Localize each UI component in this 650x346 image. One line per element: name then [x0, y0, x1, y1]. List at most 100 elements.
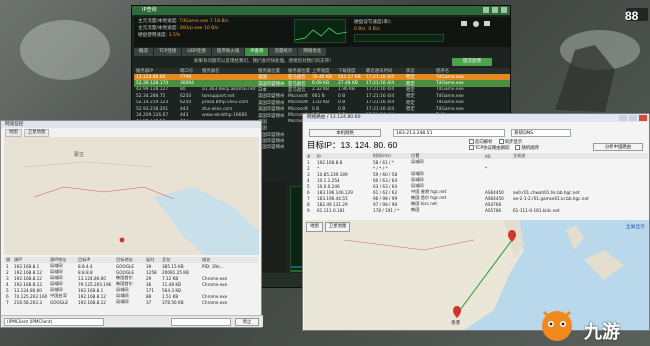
notice-text: 如果有问题可以反馈给我们，我们会尽快处理。感谢您对我们的支持！: [194, 59, 334, 64]
stats-line: 主元流量/本地速度: 360rp.exe 10 B/s: [138, 26, 219, 31]
window-title: IP查询: [142, 7, 157, 13]
traffic-graph: [294, 19, 348, 43]
table-row[interactable]: 7 216.58.203.3 GOOGLE 192.168.8.12 局域网 37 378.…: [4, 299, 258, 305]
jiuyou-mascot-icon: [542, 310, 572, 341]
right-map-tabs: 地图 卫星地图: [306, 222, 351, 232]
table-cell: 61-111-0-181.kidc.net: [513, 207, 560, 213]
tab-overview[interactable]: 概况: [134, 48, 153, 56]
traceroute-window: 网络路由 / 13.124.80.60 本机网络 183.213.248.51 …: [302, 113, 650, 331]
minimize-button[interactable]: [483, 7, 489, 13]
left-map-tabs: 地图 卫星地图: [5, 129, 50, 137]
table-cell: AS5786: [485, 207, 502, 213]
target-ip-line: 目标IP：13. 124. 80. 60: [307, 139, 397, 151]
wrench-icon: [461, 21, 467, 26]
feedback-button[interactable]: 提交反馈: [452, 58, 492, 66]
table-cell: 79.125.203.196: [78, 281, 112, 287]
table-cell: Chrome.exe: [202, 299, 228, 305]
table-row[interactable]: 13.124.80.60 7769 美国 亚马逊云 76.46 KB 541.27 KB 1…: [134, 74, 510, 81]
table-cell: 美国华盛顿州: [258, 113, 285, 119]
disk-panel: 硬盘读写速度(率)： 0 B/s 0 B/s: [354, 19, 454, 42]
table-cell: 9: [307, 207, 310, 213]
background-figure: [555, 45, 615, 112]
table-cell: 178 / 191 / *: [373, 207, 400, 213]
target-ip-value: 13. 124. 80. 60: [340, 140, 398, 150]
stop-button[interactable]: 停止: [235, 318, 259, 326]
left-connection-table: 跳源IP 源IP地址 目标IP 目标地址 延时 丢包 域名 1 192.168.8.1 局域网 8…: [4, 257, 258, 305]
tab-tcp[interactable]: TCP连接: [154, 48, 182, 56]
maximize-button[interactable]: [629, 115, 637, 121]
china-route-button[interactable]: 分析中国路由: [593, 143, 643, 151]
minimize-button[interactable]: [619, 115, 627, 121]
route-map[interactable]: 地图 卫星地图 全屏显示 香港: [304, 220, 649, 330]
disk-read-value: 0 B/s: [354, 27, 366, 32]
table-cell: 216.58.203.3: [14, 299, 42, 305]
traffic-map-window: 网速监控 地图 卫星地图 蒙古 跳源IP 源IP地址 目标IP 目标地址 延时 丢包 域名 …: [0, 120, 263, 328]
site-badge-text: 88: [625, 9, 639, 23]
tab-optimize[interactable]: 网络优化: [298, 48, 327, 56]
right-window-titlebar[interactable]: 网络路由 / 13.124.80.60: [303, 114, 649, 122]
left-footer: (IPMClient (IPMClient) 停止: [1, 315, 263, 327]
table-row[interactable]: 52.34.288.75 6250 tonsupport.net 美国华盛顿州 Micr…: [134, 93, 510, 100]
table-cell: GOOGLE: [50, 299, 69, 305]
table-row[interactable]: 52.39.128.174 30004 美国华盛顿州 亚马逊云 6.09 KB 27.48…: [134, 80, 510, 87]
tab-ip-lookup[interactable]: IP查询: [245, 48, 269, 56]
monitor-titlebar[interactable]: IP查询: [132, 6, 510, 15]
table-cell: 美国华盛顿州: [258, 94, 285, 100]
table-cell: 541.27 KB: [336, 74, 364, 81]
left-map[interactable]: 蒙古: [4, 137, 259, 255]
close-button[interactable]: [639, 115, 647, 121]
tab-map[interactable]: 地图: [306, 222, 323, 232]
local-network-button[interactable]: 本机网络: [309, 129, 381, 137]
table-cell: Microsoft: [288, 100, 308, 106]
table-cell: 美国华盛顿州: [258, 100, 285, 106]
table-cell: a1.363.decp.akamai.net: [202, 87, 256, 93]
option-random-order[interactable]: 随机顺序: [515, 145, 539, 151]
stats-panel: 主元流量/本地速度: TdGame.exe 7.18 B/s 主元流量/本地速度…: [134, 17, 510, 47]
tab-map[interactable]: 地图: [5, 129, 22, 137]
left-table-wrap: 跳源IP 源IP地址 目标IP 目标地址 延时 丢包 域名 1 192.168.8.1 局域网 8…: [4, 257, 258, 305]
trace-options-2: TCP协议路由跟踪 随机顺序: [469, 145, 539, 151]
ip-input[interactable]: 183.213.248.51: [393, 129, 505, 137]
close-button[interactable]: [501, 7, 507, 13]
disk-label: 硬盘读写速度(率)：: [354, 20, 395, 25]
table-cell: 美国华盛顿州: [258, 107, 285, 113]
table-cell: 韩国: [411, 207, 420, 212]
option-tcp-trace[interactable]: TCP协议路由跟踪: [469, 145, 509, 151]
disk-graph: [354, 34, 444, 42]
monitor-tabs: 概况 TCP连接 UDP连接 程序防火墙 IP查询 流量统计 网络优化: [134, 48, 510, 56]
filter-select[interactable]: [171, 318, 231, 326]
table-cell: 378.56 KB: [162, 299, 184, 305]
table-row[interactable]: 52.14.219.123 6250 prosb.bthp.vesu.com 美国华盛…: [134, 100, 510, 106]
tab-firewall[interactable]: 程序防火墙: [211, 48, 245, 56]
table-cell: 美国华盛顿州: [256, 80, 286, 87]
location-pin-icon: [119, 237, 125, 243]
target-label: 目标IP：: [307, 140, 341, 150]
maximize-button[interactable]: [492, 7, 498, 13]
background-cloud: [20, 20, 110, 80]
stats-line: 硬盘使用速度: 3.5%: [138, 33, 181, 38]
jiuyou-logo-text: 九游: [584, 322, 620, 342]
settings-icon: [484, 21, 490, 26]
tab-satellite[interactable]: 卫星地图: [324, 222, 351, 232]
fullscreen-button[interactable]: 全屏显示: [626, 223, 645, 230]
city-label: 香港: [451, 321, 460, 326]
tab-satellite[interactable]: 卫星地图: [23, 129, 50, 137]
table-cell: 61.111.0.181: [317, 207, 345, 213]
dns-select[interactable]: 系统DNS: [511, 129, 571, 137]
route-table-wrap: # IP 时间(ms) 位置 AS 主机名 1 192.168.8.8 58 / 61 / *…: [305, 153, 648, 213]
table-cell: 192.168.8.12: [78, 299, 106, 305]
column-header[interactable]: 服务器位置: [286, 68, 310, 74]
disk-write-value: 0 B/s: [368, 27, 380, 32]
stats-line: 主元流量/本地速度: TdGame.exe 7.18 B/s: [138, 19, 229, 24]
left-window-titlebar[interactable]: 网速监控: [1, 121, 261, 128]
table-cell: prosb.bthp.vesu.com: [202, 100, 249, 106]
tab-traffic[interactable]: 流量统计: [269, 48, 298, 56]
table-cell: Microsoft: [288, 93, 308, 99]
tab-udp[interactable]: UDP连接: [182, 48, 211, 56]
route-table: # IP 时间(ms) 位置 AS 主机名 1 192.168.8.8 58 / 61 / *…: [305, 153, 648, 213]
adapter-select[interactable]: (IPMClient (IPMClient): [4, 318, 104, 326]
table-cell: 局域网: [116, 299, 129, 304]
table-row[interactable]: 9 61.111.0.181 178 / 191 / * 韩国 AS5786 61-111…: [305, 207, 648, 213]
region-label: 蒙古: [74, 152, 85, 158]
table-cell: Microsoft: [288, 106, 308, 112]
